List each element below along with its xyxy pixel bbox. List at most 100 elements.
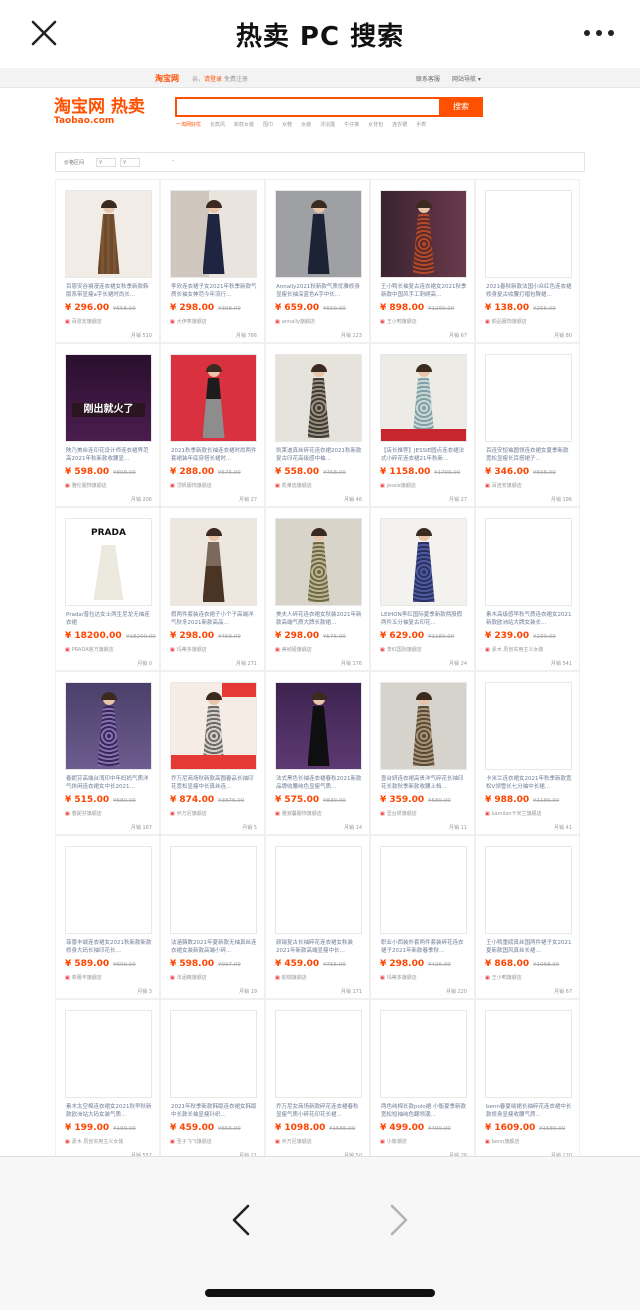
product-image[interactable] — [485, 190, 572, 278]
hot-word[interactable]: 女背包 — [368, 121, 383, 128]
product-card[interactable]: 美夫人碎花连衣裙女秋装2021年新款高端气质大牌长款裙… ¥ 298.00 ¥576… — [265, 507, 370, 671]
product-title[interactable]: 法涵薇数2021年夏新款无袖真丝连衣裙女装新款高端小碎… — [171, 939, 257, 955]
login-link[interactable]: 请登录 — [204, 76, 222, 83]
product-shop[interactable]: ▣ 春妮芬旗舰店 — [65, 810, 151, 817]
price-min-input[interactable]: ¥ — [96, 158, 116, 167]
product-image[interactable] — [380, 1010, 467, 1098]
register-link[interactable]: 免费注册 — [224, 76, 248, 83]
product-card[interactable]: 凯莱迪真丝碎花连衣裙2021秋新款复古印花高级感中袖… ¥ 558.00 ¥758.… — [265, 343, 370, 507]
product-card[interactable]: 职业小西装外套两件套装碎花连衣裙子2021年新款春季秋… ¥ 298.00 ¥426… — [370, 835, 475, 999]
product-title[interactable]: 假两件套装连衣裙子小个子高端洋气秋冬2021新款高品… — [171, 611, 257, 627]
product-title[interactable]: LEIHON李红国际夏季新款两股假两件五分袖复古印花… — [381, 611, 467, 627]
product-title[interactable]: 壹台妍连衣裙高贵洋气碎花长袖印花长款秋季新款收腰上档… — [381, 775, 467, 791]
hot-word[interactable]: 手表 — [416, 121, 426, 128]
product-shop[interactable]: ▣ 素木 原创实用主义女装 — [65, 1138, 151, 1145]
product-image[interactable] — [170, 518, 257, 606]
product-title[interactable]: 职业小西装外套两件套装碎花连衣裙子2021年新款春季秋… — [381, 939, 467, 955]
product-card[interactable]: 李欣连衣裙子女2021年秋季新款气质长袖女神范今年流行… ¥ 298.00 ¥398… — [160, 179, 265, 343]
product-card[interactable]: Annally2021秋新款气质优雅修身显瘦长袖深蓝色A字中长… ¥ 659.00… — [265, 179, 370, 343]
hot-word[interactable]: 围巾 — [263, 121, 273, 128]
product-title[interactable]: 素木高级感早秋气质连衣裙女2021新款欧洲站大牌女装长… — [486, 611, 572, 627]
product-title[interactable]: 美夫人碎花连衣裙女秋装2021年新款高端气质大牌长款裙… — [276, 611, 362, 627]
product-shop[interactable]: ▣ 百连安旗舰店 — [485, 482, 571, 489]
product-image[interactable] — [65, 1010, 152, 1098]
product-shop[interactable]: ▣ jessie旗舰店 — [380, 482, 466, 489]
product-shop[interactable]: ▣ kamilan卡米兰旗舰店 — [485, 810, 571, 817]
product-shop[interactable]: ▣ 王小鸭旗舰店 — [380, 318, 466, 325]
product-image[interactable] — [275, 846, 362, 934]
product-card[interactable]: 王小鸭长袖复古连衣裙女2021秋季新款中国风手工刺绣高… ¥ 898.00 ¥129… — [370, 179, 475, 343]
product-shop[interactable]: ▣ 美纳娅旗舰店 — [275, 646, 361, 653]
product-title[interactable]: 乔万尼商场秋新款高圆春品长袖印花宽松显瘦中长真丝连… — [171, 775, 257, 791]
product-title[interactable]: 【店长推荐】JESSIE圆点连衣裙法式小碎花连衣裙21年秋新… — [381, 447, 467, 463]
product-shop[interactable]: ▣ 颜品服饰旗舰店 — [485, 318, 571, 325]
product-image[interactable] — [485, 682, 572, 770]
product-card[interactable]: 2021秋季新款长袖连衣裙时尚两件套裙装年底穿搭长裙时… ¥ 288.00 ¥576… — [160, 343, 265, 507]
product-card[interactable]: 素木高级感早秋气质连衣裙女2021新款欧洲站大牌女装长… ¥ 239.00 ¥239… — [475, 507, 580, 671]
product-title[interactable]: 王小鸭长袖复古连衣裙女2021秋季新款中国风手工刺绣高… — [381, 283, 467, 299]
price-max-input[interactable]: ¥ — [120, 158, 140, 167]
product-shop[interactable]: ▣ 顶帆服饰旗舰店 — [170, 482, 256, 489]
product-image[interactable] — [275, 354, 362, 442]
product-title[interactable]: 春妮芬高端台湾印中年妈妈气质洋气休闲连衣裙女中长2021… — [66, 775, 152, 791]
product-card[interactable]: 法式黑色长袖连衣裙春秋2021新款品牌收腰纯色显瘦气质… ¥ 575.00 ¥839… — [265, 671, 370, 835]
hot-word[interactable]: 女鞋 — [282, 121, 292, 128]
product-card[interactable]: 百连安短袖圆领连衣裙女夏季新款宽松显瘦长百搭裙子… ¥ 346.00 ¥698.00… — [475, 343, 580, 507]
service-link[interactable]: 联系客服 — [416, 74, 440, 83]
product-image[interactable] — [485, 846, 572, 934]
product-card[interactable]: 2021年秋季新款韩版连衣裙女韩版中长款长袖显瘦针织… ¥ 459.00 ¥656.… — [160, 999, 265, 1156]
product-title[interactable]: 菲蕾丰城连衣裙女2021秋新款新款修身大码长袖印花长… — [66, 939, 152, 955]
product-card[interactable]: 乔万尼商场秋新款高圆春品长袖印花宽松显瘦中长真丝连… ¥ 874.00 ¥3876.… — [160, 671, 265, 835]
product-shop[interactable]: ▣ 雅伦服饰旗舰店 — [65, 482, 151, 489]
search-box[interactable]: 搜索 — [175, 97, 483, 117]
hot-word[interactable]: 连衣裙 — [392, 121, 407, 128]
product-card[interactable]: 假两件套装连衣裙子小个子高端洋气秋冬2021新款高品… ¥ 298.00 ¥459.… — [160, 507, 265, 671]
product-shop[interactable]: ▣ 王小鸭旗舰店 — [485, 974, 571, 981]
product-card[interactable]: 菲蕾丰城连衣裙女2021秋新款新款修身大码长袖印花长… ¥ 589.00 ¥699.… — [55, 835, 160, 999]
product-image[interactable] — [485, 354, 572, 442]
product-title[interactable]: 卡米兰连衣裙女2021年秋季新款宽松V领雪长七分袖中长裙… — [486, 775, 572, 791]
hot-word[interactable]: 女装 — [301, 121, 311, 128]
product-title[interactable]: 法式黑色长袖连衣裙春秋2021新款品牌收腰纯色显瘦气质… — [276, 775, 362, 791]
home-indicator[interactable] — [205, 1289, 435, 1297]
product-shop[interactable]: ▣ 乔万尼旗舰店 — [275, 1138, 361, 1145]
product-image[interactable] — [275, 1010, 362, 1098]
product-card[interactable]: LEIHON李红国际夏季新款两股假两件五分袖复古印花… ¥ 629.00 ¥1180… — [370, 507, 475, 671]
product-card[interactable]: benn春夏绒裙长袖碎花连衣裙中长款修身显瘦收腰气质… ¥ 1609.00 ¥168… — [475, 999, 580, 1156]
product-card[interactable]: 两色纯棉长款polo裙 小衡夏季新款宽松短袖纯色翻领潮… ¥ 499.00 ¥499… — [370, 999, 475, 1156]
product-shop[interactable]: ▣ 颜瑞旗舰店 — [275, 974, 361, 981]
hot-word[interactable]: 新款女装 — [234, 121, 254, 128]
product-card[interactable]: 【店长推荐】JESSIE圆点连衣裙法式小碎花连衣裙21年秋新… ¥ 1158.00… — [370, 343, 475, 507]
brand-logo[interactable]: 淘宝网 热卖 Taobao.com — [54, 98, 164, 130]
product-title[interactable]: 2021春秋新款法国小众红色连衣裙修身复古收腰打褶包臀裙… — [486, 283, 572, 299]
product-image[interactable] — [170, 190, 257, 278]
hot-word[interactable]: 沐浴露 — [320, 121, 335, 128]
product-card[interactable]: 壹台妍连衣裙高贵洋气碎花长袖印花长款秋季新款收腰上档… ¥ 359.00 ¥589.… — [370, 671, 475, 835]
more-icon[interactable] — [584, 26, 614, 40]
product-shop[interactable]: ▣ annally旗舰店 — [275, 318, 361, 325]
product-card[interactable]: 颜瑞复古长袖碎花连衣裙女秋装2021年新款高端显瘦中长… ¥ 459.00 ¥765… — [265, 835, 370, 999]
product-title[interactable]: 凯莱迪真丝碎花连衣裙2021秋新款复古印花高级感中袖… — [276, 447, 362, 463]
product-shop[interactable]: ▣ 法涵薇旗舰店 — [170, 974, 256, 981]
product-shop[interactable]: ▣ 玛蒂多旗舰店 — [380, 974, 466, 981]
product-image[interactable] — [380, 354, 467, 442]
product-card[interactable]: 素木太空棉连衣裙女2021秋早秋新款欧洲站大码女装气质… ¥ 199.00 ¥199… — [55, 999, 160, 1156]
hot-word[interactable]: 牛仔裤 — [344, 121, 359, 128]
product-shop[interactable]: ▣ 壹台妍旗舰店 — [380, 810, 466, 817]
product-title[interactable]: 王小鸭重磅真丝国两件裙子女2021夏新款国风真丝长裙… — [486, 939, 572, 955]
product-card[interactable]: 春妮芬高端台湾印中年妈妈气质洋气休闲连衣裙女中长2021… ¥ 515.00 ¥68… — [55, 671, 160, 835]
product-image[interactable] — [485, 1010, 572, 1098]
product-shop[interactable]: ▣ 圣子飞飞旗舰店 — [170, 1138, 256, 1145]
product-image[interactable] — [275, 682, 362, 770]
product-shop[interactable]: ▣ 小衡潮流 — [380, 1138, 466, 1145]
product-image[interactable] — [380, 518, 467, 606]
forward-arrow-icon[interactable] — [386, 1202, 412, 1238]
product-shop[interactable]: ▣ 玛蒂多旗舰店 — [170, 646, 256, 653]
product-image[interactable] — [170, 846, 257, 934]
product-image[interactable]: PRADA — [65, 518, 152, 606]
product-card[interactable]: 百恩安谷裥漫连衣裙女秋季新款韩版系带显瘦a字长裙时尚长… ¥ 296.00 ¥558… — [55, 179, 160, 343]
product-title[interactable]: Annally2021秋新款气质优雅修身显瘦长袖深蓝色A字中长… — [276, 283, 362, 299]
product-title[interactable]: 百恩安谷裥漫连衣裙女秋季新款韩版系带显瘦a字长裙时尚长… — [66, 283, 152, 299]
product-card[interactable]: 法涵薇数2021年夏新款无袖真丝连衣裙女装新款高端小碎… ¥ 598.00 ¥997… — [160, 835, 265, 999]
product-card[interactable]: 王小鸭重磅真丝国两件裙子女2021夏新款国风真丝长裙… ¥ 868.00 ¥1068… — [475, 835, 580, 999]
